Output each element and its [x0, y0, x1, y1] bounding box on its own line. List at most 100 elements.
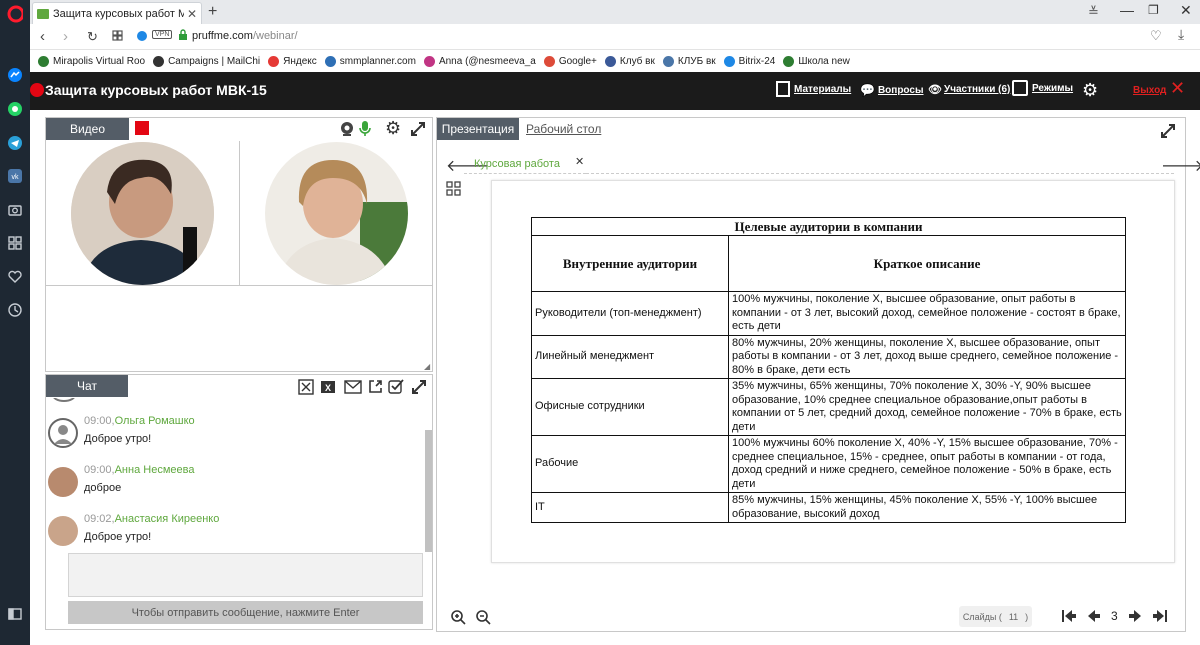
materials-button[interactable]: Материалы [776, 81, 851, 97]
forward-icon[interactable]: › [63, 28, 68, 45]
chat-send-hint[interactable]: Чтобы отправить сообщение, нажмите Enter [68, 601, 423, 624]
bookmark-label: Google+ [558, 55, 597, 67]
minimize-icon[interactable]: — [1120, 2, 1134, 18]
tab-desktop[interactable]: Рабочий стол [526, 122, 601, 136]
participants-button[interactable]: 👁 Участники (6) [928, 83, 1010, 96]
speed-dial-icon[interactable] [7, 235, 23, 251]
vpn-badge[interactable]: VPN [152, 30, 173, 39]
table-row: Руководители (топ-менеджмент) 100% мужчин… [531, 291, 1126, 336]
clear-chat-icon[interactable] [298, 379, 314, 398]
popout-icon[interactable] [368, 379, 383, 397]
audience-cell: Руководители (топ-менеджмент) [531, 291, 729, 336]
prev-slide-icon[interactable] [1087, 609, 1101, 626]
bookmark-heart-icon[interactable]: ♡ [1150, 28, 1162, 44]
webcam-icon[interactable] [339, 121, 355, 140]
audience-cell: Рабочие [531, 435, 729, 493]
messenger-icon[interactable] [7, 67, 23, 83]
resize-handle-icon[interactable]: ◢ [424, 362, 430, 371]
bookmark-item[interactable]: Школа new [783, 55, 850, 67]
bookmark-label: Клуб вк [619, 55, 655, 67]
bookmark-favicon-icon [723, 55, 735, 67]
sidebar-toggle-icon[interactable] [7, 606, 23, 622]
modes-button[interactable]: Режимы [1012, 80, 1073, 96]
telegram-icon[interactable] [7, 135, 23, 151]
tab-favicon-icon [37, 8, 49, 19]
tab-presentation[interactable]: Презентация [437, 118, 519, 140]
questions-button[interactable]: 💬 Вопросы [860, 83, 924, 97]
doc-tab[interactable]: Курсовая работа ✕ [464, 155, 586, 174]
microphone-icon[interactable] [358, 120, 372, 141]
excel-export-icon[interactable]: X [320, 379, 336, 398]
download-icon[interactable]: ⤓ [1178, 26, 1184, 43]
message-author[interactable]: Анна Несмеева [115, 464, 195, 476]
address-bar: ‹ › ↻ VPN pruffme.com/webinar/ ♡ ⤓ [30, 24, 1200, 50]
tab-menu-icon[interactable]: ≚ [1088, 4, 1099, 20]
first-slide-icon[interactable] [1061, 609, 1077, 626]
materials-label: Материалы [794, 83, 852, 95]
slides-count: 11 [1008, 611, 1019, 622]
bookmark-item[interactable]: Google+ [543, 55, 597, 67]
tabs-grid-icon[interactable] [112, 30, 123, 44]
maximize-icon[interactable]: ❐ [1148, 3, 1159, 17]
slides-close-paren: ) [1025, 611, 1029, 622]
exit-icon[interactable]: ✕ [1170, 78, 1185, 99]
browser-tab[interactable]: Защита курсовых работ М ✕ [32, 2, 202, 24]
doc-tab-close-icon[interactable]: ✕ [575, 155, 584, 168]
chat-scrollbar[interactable] [425, 430, 432, 552]
video-settings-icon[interactable]: ⚙ [385, 118, 401, 139]
message-author[interactable]: Анастасия Киреенко [115, 513, 220, 525]
chat-expand-icon[interactable] [411, 379, 427, 398]
bookmark-item[interactable]: Bitrix-24 [723, 55, 776, 67]
table-header-audience: Внутренние аудитории [531, 235, 729, 292]
exit-button[interactable]: Выход [1133, 85, 1166, 96]
bookmark-item[interactable]: Anna (@nesmeeva_a [423, 55, 536, 67]
camera-icon[interactable] [7, 202, 23, 218]
vk-icon[interactable]: vk [7, 168, 23, 184]
audience-table: Целевые аудитории в компании Внутренние … [531, 217, 1126, 523]
back-icon[interactable]: ‹ [40, 28, 45, 45]
chat-input[interactable] [68, 553, 423, 597]
bookmark-label: Bitrix-24 [738, 55, 776, 67]
bookmark-item[interactable]: Клуб вк [604, 55, 655, 67]
video-expand-icon[interactable] [410, 121, 426, 140]
reload-icon[interactable]: ↻ [87, 29, 98, 45]
tab-close-icon[interactable]: ✕ [187, 7, 197, 21]
checklist-icon[interactable] [388, 378, 404, 397]
new-tab-icon[interactable]: + [208, 3, 217, 21]
opera-logo-icon[interactable] [7, 5, 23, 23]
bookmark-favicon-icon [38, 55, 49, 67]
bookmark-label: Школа new [798, 55, 850, 67]
bookmark-item[interactable]: Mirapolis Virtual Roo [38, 55, 145, 67]
email-icon[interactable] [344, 380, 362, 397]
zoom-out-icon[interactable] [475, 609, 491, 628]
description-cell: 80% мужчины, 20% женщины, поколение Х, в… [728, 334, 1126, 379]
chat-message-header: 09:02,Анастасия Киреенко [84, 513, 219, 525]
last-slide-icon[interactable] [1152, 609, 1168, 626]
bookmark-item[interactable]: Campaigns | MailChi [153, 55, 260, 67]
message-time: 09:02, [84, 513, 115, 525]
url-field[interactable]: pruffme.com/webinar/ [192, 30, 298, 42]
doc-next-arrow-icon[interactable]: 🡒 [1161, 155, 1200, 176]
bookmark-item[interactable]: КЛУБ вк [662, 55, 716, 67]
heart-icon[interactable] [7, 269, 23, 285]
video-tab[interactable]: Видео [46, 118, 129, 140]
bookmark-item[interactable]: Яндекс [268, 55, 317, 67]
chat-message-header: 09:00,Анна Несмеева [84, 464, 194, 476]
whatsapp-icon[interactable] [7, 101, 23, 117]
history-icon[interactable] [7, 302, 23, 318]
lock-icon [178, 29, 188, 44]
url-domain: pruffme.com [192, 30, 253, 42]
participants-label: Участники (6) [943, 84, 1011, 95]
next-slide-icon[interactable] [1128, 609, 1142, 626]
bookmark-item[interactable]: smmplanner.com [324, 55, 416, 67]
message-author[interactable]: Ольга Ромашко [115, 415, 195, 427]
settings-gear-icon[interactable]: ⚙ [1082, 80, 1098, 101]
bookmark-label: Яндекс [283, 55, 317, 67]
chat-tab[interactable]: Чат [46, 375, 128, 397]
bookmark-favicon-icon [543, 55, 555, 67]
thumbnails-grid-icon[interactable] [446, 181, 461, 199]
record-stop-button[interactable] [135, 121, 149, 135]
presentation-expand-icon[interactable] [1160, 123, 1176, 142]
zoom-in-icon[interactable] [450, 609, 466, 628]
close-window-icon[interactable]: ✕ [1180, 2, 1192, 19]
